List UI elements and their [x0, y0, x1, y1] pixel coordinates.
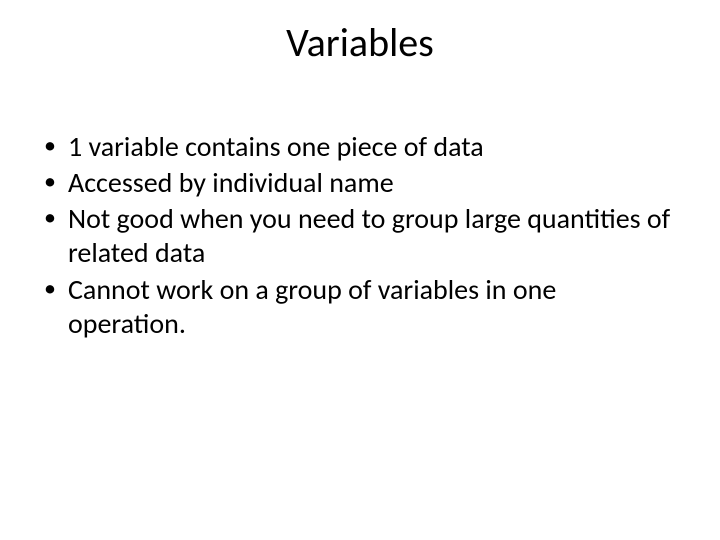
slide: Variables 1 variable contains one piece …	[0, 0, 720, 540]
slide-title: Variables	[0, 18, 720, 67]
list-item: Not good when you need to group large qu…	[42, 202, 672, 270]
list-item: Cannot work on a group of variables in o…	[42, 273, 672, 341]
list-item: 1 variable contains one piece of data	[42, 130, 672, 164]
list-item: Accessed by individual name	[42, 166, 672, 200]
bullet-list: 1 variable contains one piece of data Ac…	[42, 130, 672, 341]
slide-body: 1 variable contains one piece of data Ac…	[42, 130, 672, 343]
